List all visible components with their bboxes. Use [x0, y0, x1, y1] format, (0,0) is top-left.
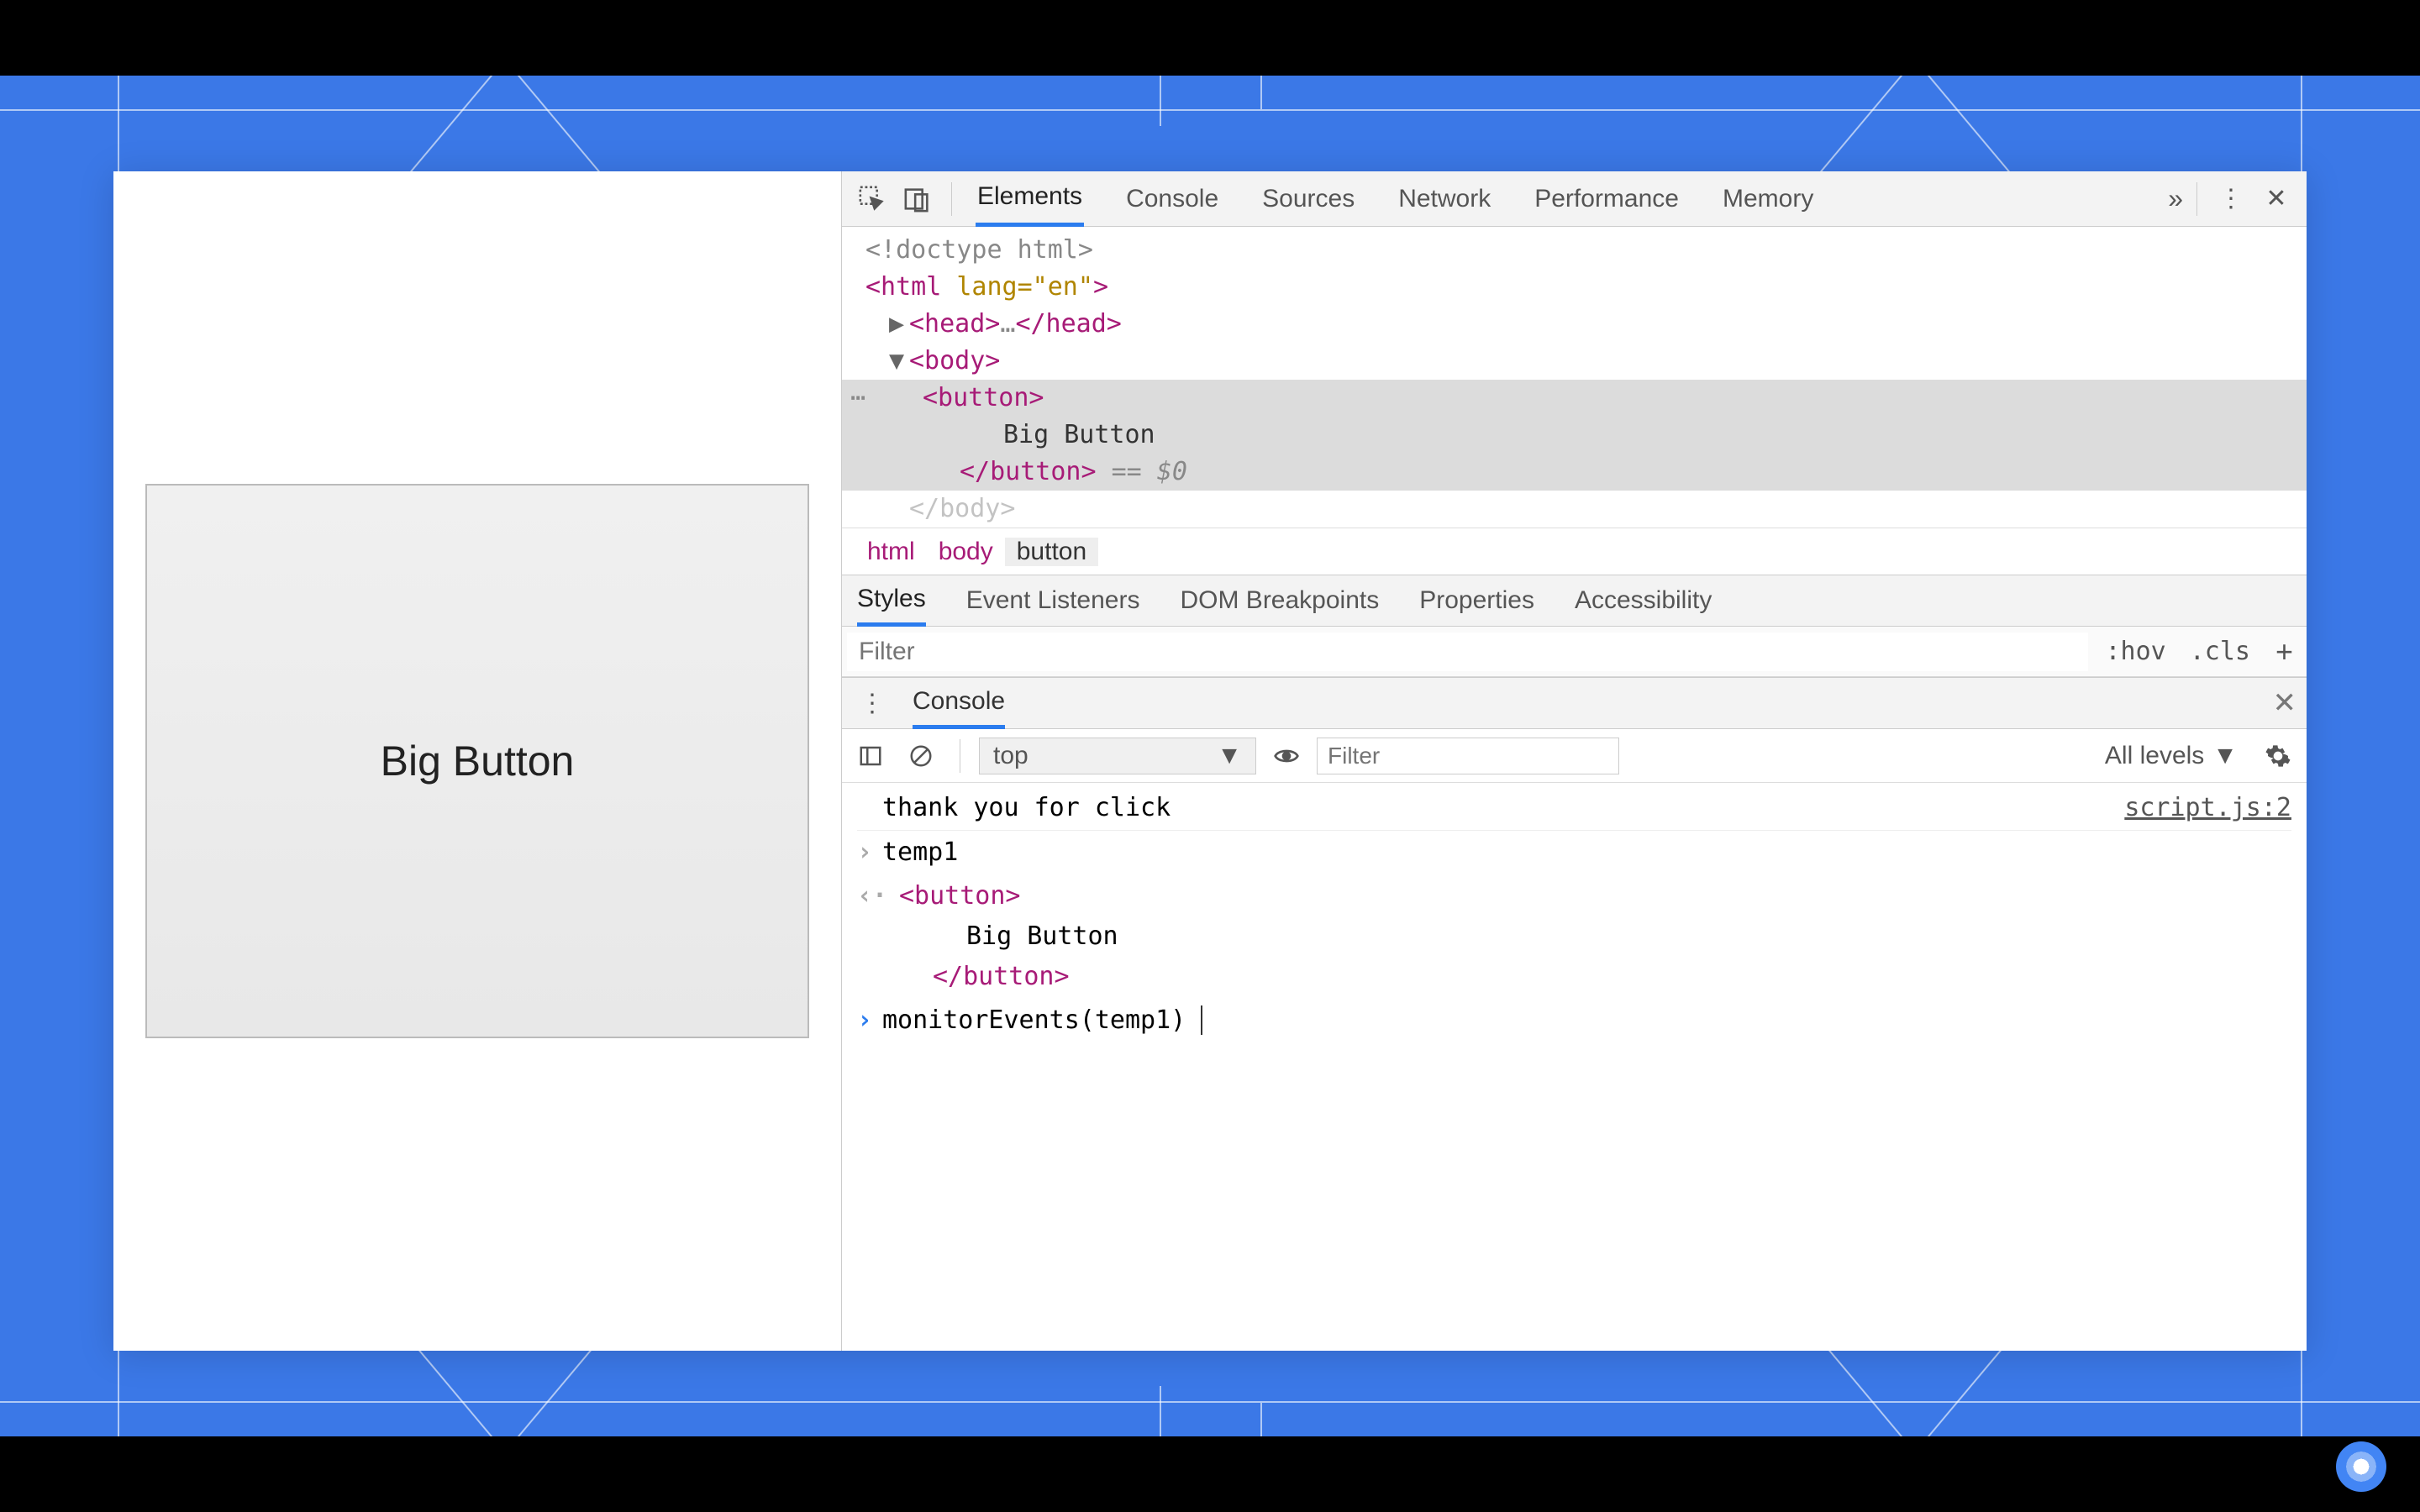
tab-memory[interactable]: Memory [1721, 171, 1815, 227]
tab-performance[interactable]: Performance [1533, 171, 1681, 227]
breadcrumb-html[interactable]: html [855, 538, 927, 566]
console-settings-icon[interactable] [2258, 736, 2298, 776]
sidebar-toggle-icon[interactable] [850, 736, 891, 776]
caret-prompt-icon: › [857, 1000, 882, 1041]
styles-filter-row: :hov .cls + [842, 627, 2307, 677]
separator [2196, 182, 2197, 216]
more-tabs-icon[interactable]: » [2168, 183, 2183, 214]
tab-sources[interactable]: Sources [1260, 171, 1356, 227]
dom-html-attr: lang="en" [941, 272, 1093, 302]
dom-head-close: </head> [1015, 309, 1121, 339]
separator [951, 182, 952, 216]
dom-head-ellipsis: … [1000, 309, 1015, 339]
dom-button-close: </button> [960, 457, 1097, 486]
dom-body-close: </body> [909, 494, 1015, 523]
log-level-selector[interactable]: All levels ▼ [2105, 742, 2238, 770]
console-toolbar: top ▼ All levels ▼ [842, 729, 2307, 783]
context-selector-value: top [993, 742, 1028, 770]
devtools-panel: Elements Console Sources Network Perform… [841, 171, 2307, 1351]
devtools-tab-strip: Elements Console Sources Network Perform… [976, 171, 2146, 227]
dom-body-open[interactable]: <body> [909, 346, 1000, 375]
devtools-main-toolbar: Elements Console Sources Network Perform… [842, 171, 2307, 227]
chevron-down-icon: ▼ [1217, 742, 1242, 770]
browser-devtools-window: Big Button Elements Console Sources Netw… [113, 171, 2307, 1351]
device-toolbar-icon[interactable] [897, 179, 938, 219]
dom-doctype: <!doctype html> [865, 235, 1093, 265]
text-cursor [1186, 1005, 1202, 1035]
breadcrumb-button[interactable]: button [1005, 538, 1098, 566]
close-devtools-icon[interactable]: ✕ [2256, 179, 2296, 219]
console-drawer-tab[interactable]: Console [913, 677, 1005, 729]
console-output-node[interactable]: <button> Big Button </button> [882, 876, 1118, 997]
live-expression-icon[interactable] [1266, 736, 1307, 776]
tab-properties[interactable]: Properties [1419, 575, 1534, 627]
styles-sidebar-tabs: Styles Event Listeners DOM Breakpoints P… [842, 575, 2307, 627]
breadcrumb: html body button [842, 528, 2307, 575]
disclosure-triangle-icon[interactable]: ▶ [889, 306, 909, 343]
console-node-close: </button> [933, 962, 1070, 991]
console-source-link[interactable]: script.js:2 [2124, 788, 2291, 828]
context-selector[interactable]: top ▼ [979, 738, 1256, 774]
console-filter-input[interactable] [1317, 738, 1619, 774]
chevron-down-icon: ▼ [2212, 742, 2238, 770]
tab-styles[interactable]: Styles [857, 575, 926, 627]
new-style-rule-icon[interactable]: + [2262, 634, 2307, 669]
console-input-current[interactable]: monitorEvents(temp1) [882, 1000, 1202, 1041]
tab-elements[interactable]: Elements [976, 171, 1084, 227]
clear-console-icon[interactable] [901, 736, 941, 776]
disclosure-triangle-icon[interactable]: ▼ [889, 343, 909, 380]
dom-tree[interactable]: <!doctype html> <html lang="en"> ▶<head>… [842, 227, 2307, 528]
inspect-element-icon[interactable] [852, 179, 892, 219]
close-drawer-icon[interactable]: ✕ [2273, 686, 2297, 720]
console-drawer-header: ⋮ Console ✕ [842, 677, 2307, 729]
console-node-text: Big Button [882, 916, 1118, 957]
dom-head-open[interactable]: <head> [909, 309, 1000, 339]
tab-console[interactable]: Console [1124, 171, 1220, 227]
dom-html-open[interactable]: <html [865, 272, 941, 302]
hov-toggle[interactable]: :hov [2093, 637, 2177, 666]
rendered-page-pane: Big Button [113, 171, 841, 1351]
dom-button-open: <button> [923, 383, 1044, 412]
chrome-logo-icon [2336, 1441, 2386, 1492]
log-level-label: All levels [2105, 742, 2204, 770]
cls-toggle[interactable]: .cls [2178, 637, 2262, 666]
dom-html-close-bracket: > [1093, 272, 1108, 302]
big-button[interactable]: Big Button [145, 484, 809, 1038]
console-log-message: thank you for click [882, 788, 1171, 828]
dom-selected-node[interactable]: ⋯ <button> Big Button </button> == $0 [842, 380, 2307, 491]
dom-dollar-zero: == $0 [1097, 457, 1187, 486]
drawer-kebab-icon[interactable]: ⋮ [852, 683, 892, 723]
caret-input-icon: › [857, 832, 882, 873]
dom-button-text: Big Button [865, 417, 2307, 454]
caret-output-icon: ‹· [857, 876, 882, 916]
tab-accessibility[interactable]: Accessibility [1575, 575, 1712, 627]
styles-filter-input[interactable] [847, 633, 2088, 671]
console-output[interactable]: thank you for click script.js:2 › temp1 … [842, 783, 2307, 1351]
console-input-history: temp1 [882, 832, 958, 873]
tab-dom-breakpoints[interactable]: DOM Breakpoints [1180, 575, 1379, 627]
tab-event-listeners[interactable]: Event Listeners [966, 575, 1140, 627]
breadcrumb-body[interactable]: body [927, 538, 1005, 566]
console-node-open: <button> [899, 881, 1021, 911]
tab-network[interactable]: Network [1397, 171, 1492, 227]
kebab-menu-icon[interactable]: ⋮ [2211, 179, 2251, 219]
